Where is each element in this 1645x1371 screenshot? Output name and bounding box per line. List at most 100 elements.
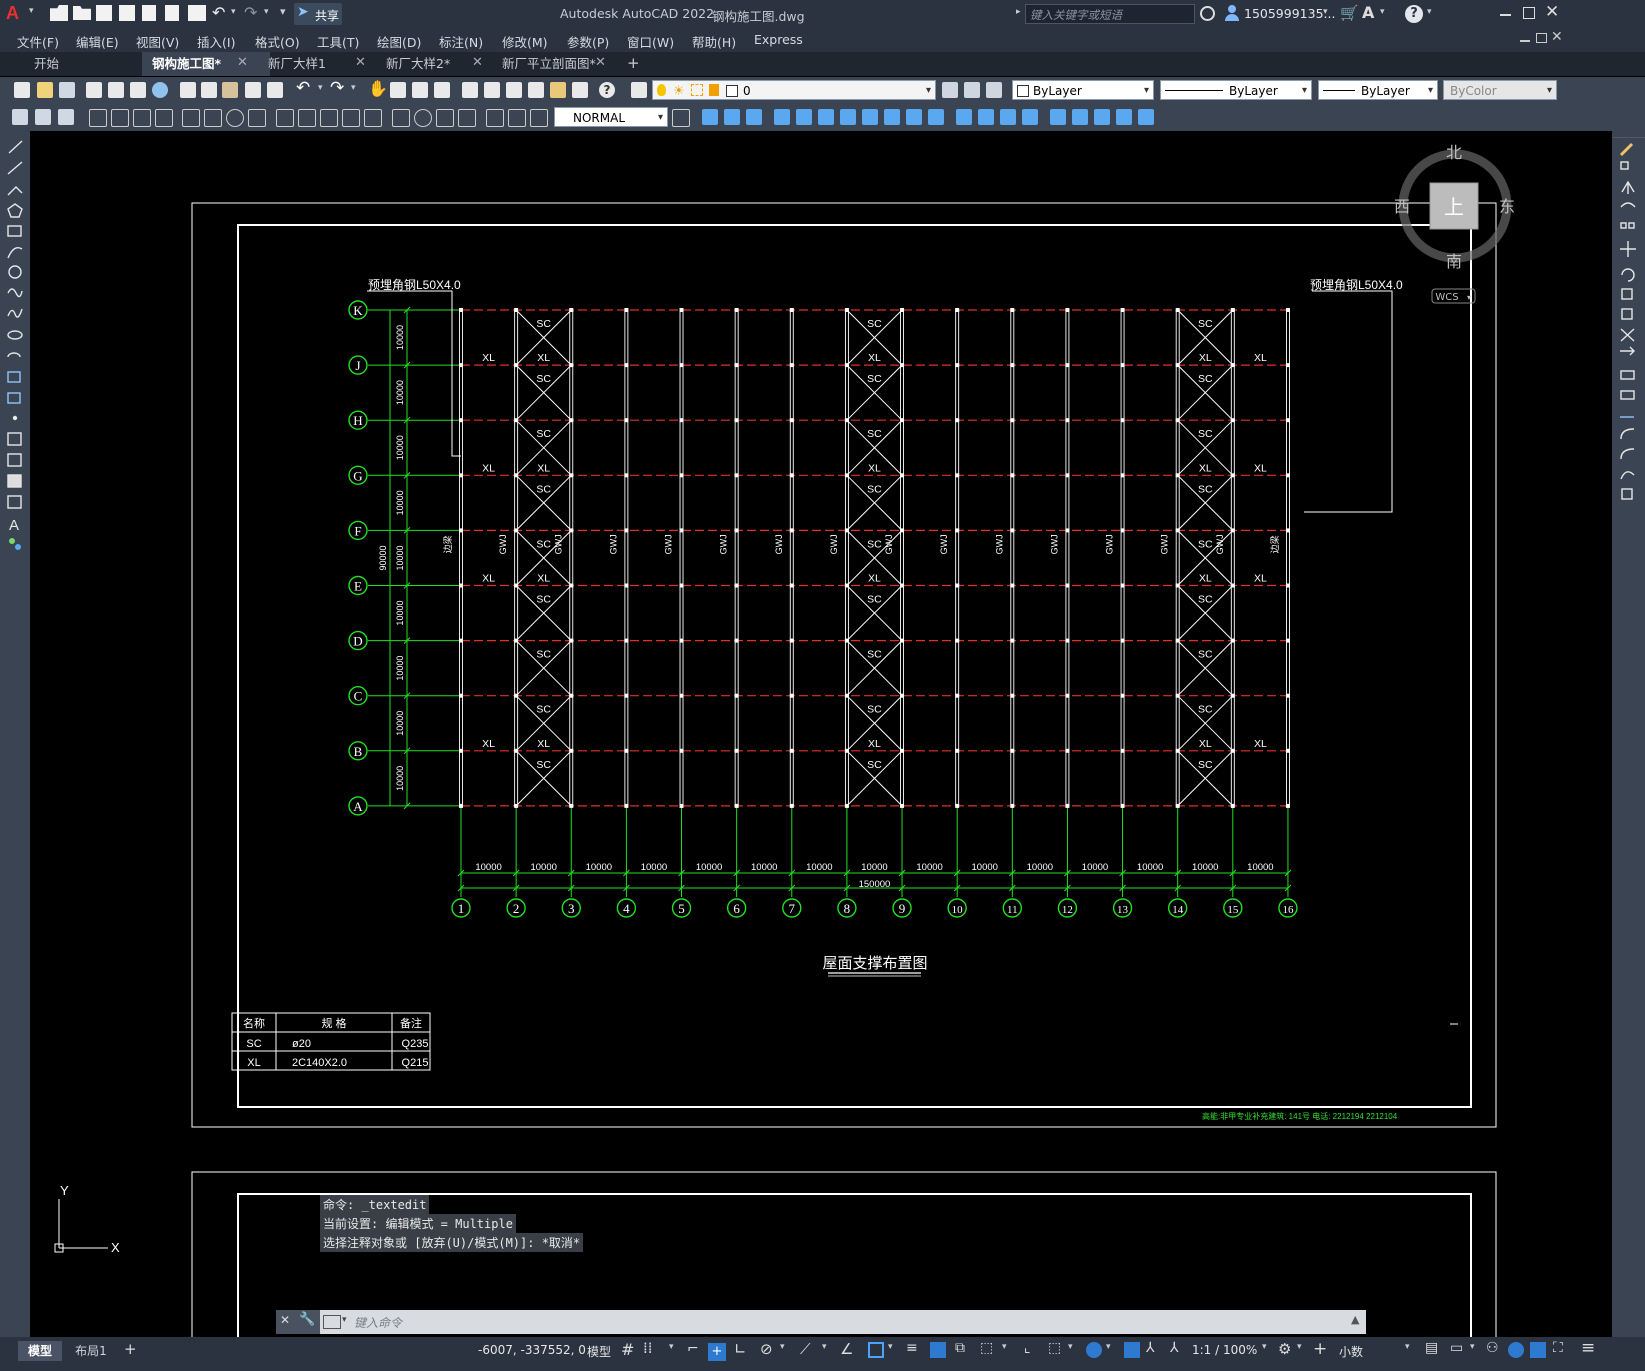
annotation-visibility-icon[interactable] (1124, 1342, 1140, 1358)
web-icon[interactable] (152, 82, 168, 98)
user-icon[interactable] (1225, 5, 1239, 21)
search-icon[interactable] (1200, 6, 1215, 21)
layer-lock-icon[interactable] (709, 84, 719, 96)
doc-close-icon[interactable]: ✕ (1551, 29, 1563, 45)
construction-line-icon[interactable] (7, 161, 23, 175)
baseline-dimension-icon[interactable] (298, 109, 316, 127)
command-history-up-icon[interactable]: ▲ (1351, 1313, 1359, 1326)
explode-icon[interactable] (1621, 488, 1633, 500)
linetype-dropdown[interactable]: ByLayer ▾ (1160, 80, 1312, 100)
extend-icon[interactable] (1620, 346, 1635, 356)
markup-icon[interactable] (550, 82, 566, 98)
viewcube-east[interactable]: 东 (1499, 197, 1515, 216)
redo-dropdown-icon[interactable]: ▾ (264, 7, 269, 17)
stretch-icon[interactable] (1621, 308, 1633, 320)
annotation-monitor-icon[interactable]: + (1313, 1339, 1327, 1359)
color-dropdown[interactable]: ByLayer ▾ (1012, 80, 1154, 100)
table-tool-icon[interactable] (7, 495, 22, 509)
separate-icon[interactable] (1000, 109, 1016, 125)
lineweight-toggle-icon[interactable]: ≡ (906, 1340, 918, 1356)
help-dropdown-icon[interactable]: ▾ (1427, 7, 1432, 17)
close-window-icon[interactable]: ✕ (1545, 2, 1559, 22)
extract-edges-icon[interactable] (1072, 109, 1088, 125)
make-block-icon[interactable] (7, 392, 21, 404)
zoom-window-icon[interactable] (412, 82, 428, 98)
toolbar-help-icon[interactable]: ? (599, 82, 615, 98)
copy-icon[interactable] (201, 82, 217, 98)
offset-faces-icon[interactable] (818, 109, 834, 125)
plot-icon[interactable] (86, 82, 102, 98)
scale-dropdown-icon[interactable]: ▾ (1262, 1342, 1267, 1352)
layer-previous-icon[interactable] (964, 82, 980, 98)
customization-menu-icon[interactable]: ≡ (1581, 1338, 1595, 1358)
annotation-scale-value[interactable]: 1:1 / 100% (1192, 1343, 1257, 1357)
zoom-previous-icon[interactable] (434, 82, 450, 98)
erase-icon[interactable] (1619, 142, 1634, 157)
calculator-icon[interactable] (572, 82, 588, 98)
menu-express[interactable]: Express (754, 32, 803, 47)
new-tab-plus-icon[interactable]: + (627, 54, 640, 72)
save-as-icon[interactable] (119, 5, 135, 21)
add-selected-icon[interactable] (9, 538, 15, 544)
extrude-faces-icon[interactable] (774, 109, 790, 125)
dimension-break-icon[interactable] (364, 109, 382, 127)
line-tool-icon[interactable] (8, 140, 23, 154)
menu-tools[interactable]: 工具(T) (317, 32, 359, 51)
paste-icon[interactable] (222, 82, 238, 98)
model-tab[interactable]: 模型 (18, 1341, 62, 1361)
tab-plan-elevation[interactable]: 新厂平立剖面图* (492, 52, 638, 76)
design-center-icon[interactable] (484, 82, 500, 98)
point-tool-icon[interactable] (12, 415, 18, 421)
publish-sheet-icon[interactable] (130, 82, 146, 98)
mtext-tool-icon[interactable]: A (9, 517, 19, 534)
toolbar-redo-dropdown-icon[interactable]: ▾ (351, 83, 356, 93)
units-value[interactable]: 小数 (1339, 1343, 1363, 1360)
continue-dimension-icon[interactable] (320, 109, 338, 127)
workspace-dropdown-icon[interactable]: ▾ (1297, 1342, 1302, 1352)
taper-faces-icon[interactable] (884, 109, 900, 125)
sheet-set-icon[interactable] (528, 82, 544, 98)
blend-curves-icon[interactable] (1620, 471, 1635, 480)
offset-icon[interactable] (1620, 202, 1636, 208)
user-name[interactable]: 1505999135... (1244, 6, 1335, 21)
viewcube[interactable]: 上 北 南 东 西 WCS ▾ (1394, 143, 1515, 304)
union-icon[interactable] (702, 109, 718, 125)
center-mark-icon[interactable] (414, 109, 432, 127)
intersect-icon[interactable] (746, 109, 762, 125)
arc-length-icon[interactable] (133, 109, 151, 127)
jogged-dimension-icon[interactable] (204, 109, 222, 127)
layer-walk-icon[interactable] (58, 109, 74, 125)
plot-preview-icon[interactable] (165, 5, 179, 21)
menu-draw[interactable]: 绘图(D) (377, 32, 421, 51)
ellipse-arc-tool-icon[interactable] (7, 352, 21, 358)
delete-faces-icon[interactable] (840, 109, 856, 125)
circle-tool-icon[interactable] (8, 265, 22, 279)
tool-palettes-icon[interactable] (506, 82, 522, 98)
toolbar-undo-dropdown-icon[interactable]: ▾ (318, 83, 323, 93)
dimension-space-icon[interactable] (342, 109, 360, 127)
annotation-scale-icon[interactable]: ⅄ (1170, 1340, 1179, 1356)
drawing-canvas[interactable]: 10000 10000 10000 10000 10000 10000 10000 10000… (30, 131, 1612, 1337)
redo-icon[interactable]: ↷ (244, 3, 257, 22)
workspace-icon[interactable] (12, 109, 28, 125)
menu-help[interactable]: 帮助(H) (692, 32, 736, 51)
layer-state-icon[interactable] (986, 82, 1002, 98)
properties-icon[interactable] (462, 82, 478, 98)
color-edges-icon[interactable] (1094, 109, 1110, 125)
3d-osnap-dropdown-icon[interactable]: ▾ (1002, 1342, 1007, 1352)
clean-screen-icon[interactable] (1530, 1342, 1546, 1358)
rotate-icon[interactable] (1621, 268, 1635, 282)
snap-icon[interactable]: ⁞⁞ (643, 1339, 653, 1357)
dimension-edit-icon[interactable] (486, 109, 504, 127)
rotate-faces-icon[interactable] (862, 109, 878, 125)
hardware-acceleration-icon[interactable] (1508, 1342, 1524, 1358)
tab-close-icon[interactable]: ✕ (595, 55, 606, 70)
copy-edges-icon[interactable] (1116, 109, 1132, 125)
mirror-icon[interactable] (1621, 180, 1635, 194)
plotstyle-dropdown[interactable]: ByColor ▾ (1443, 80, 1557, 100)
doc-minimize-icon[interactable] (1520, 40, 1530, 42)
block-editor-icon[interactable] (267, 82, 283, 98)
zoom-realtime-icon[interactable] (390, 82, 406, 98)
revcloud-tool-icon[interactable] (7, 288, 23, 298)
aligned-dimension-icon[interactable] (111, 109, 129, 127)
